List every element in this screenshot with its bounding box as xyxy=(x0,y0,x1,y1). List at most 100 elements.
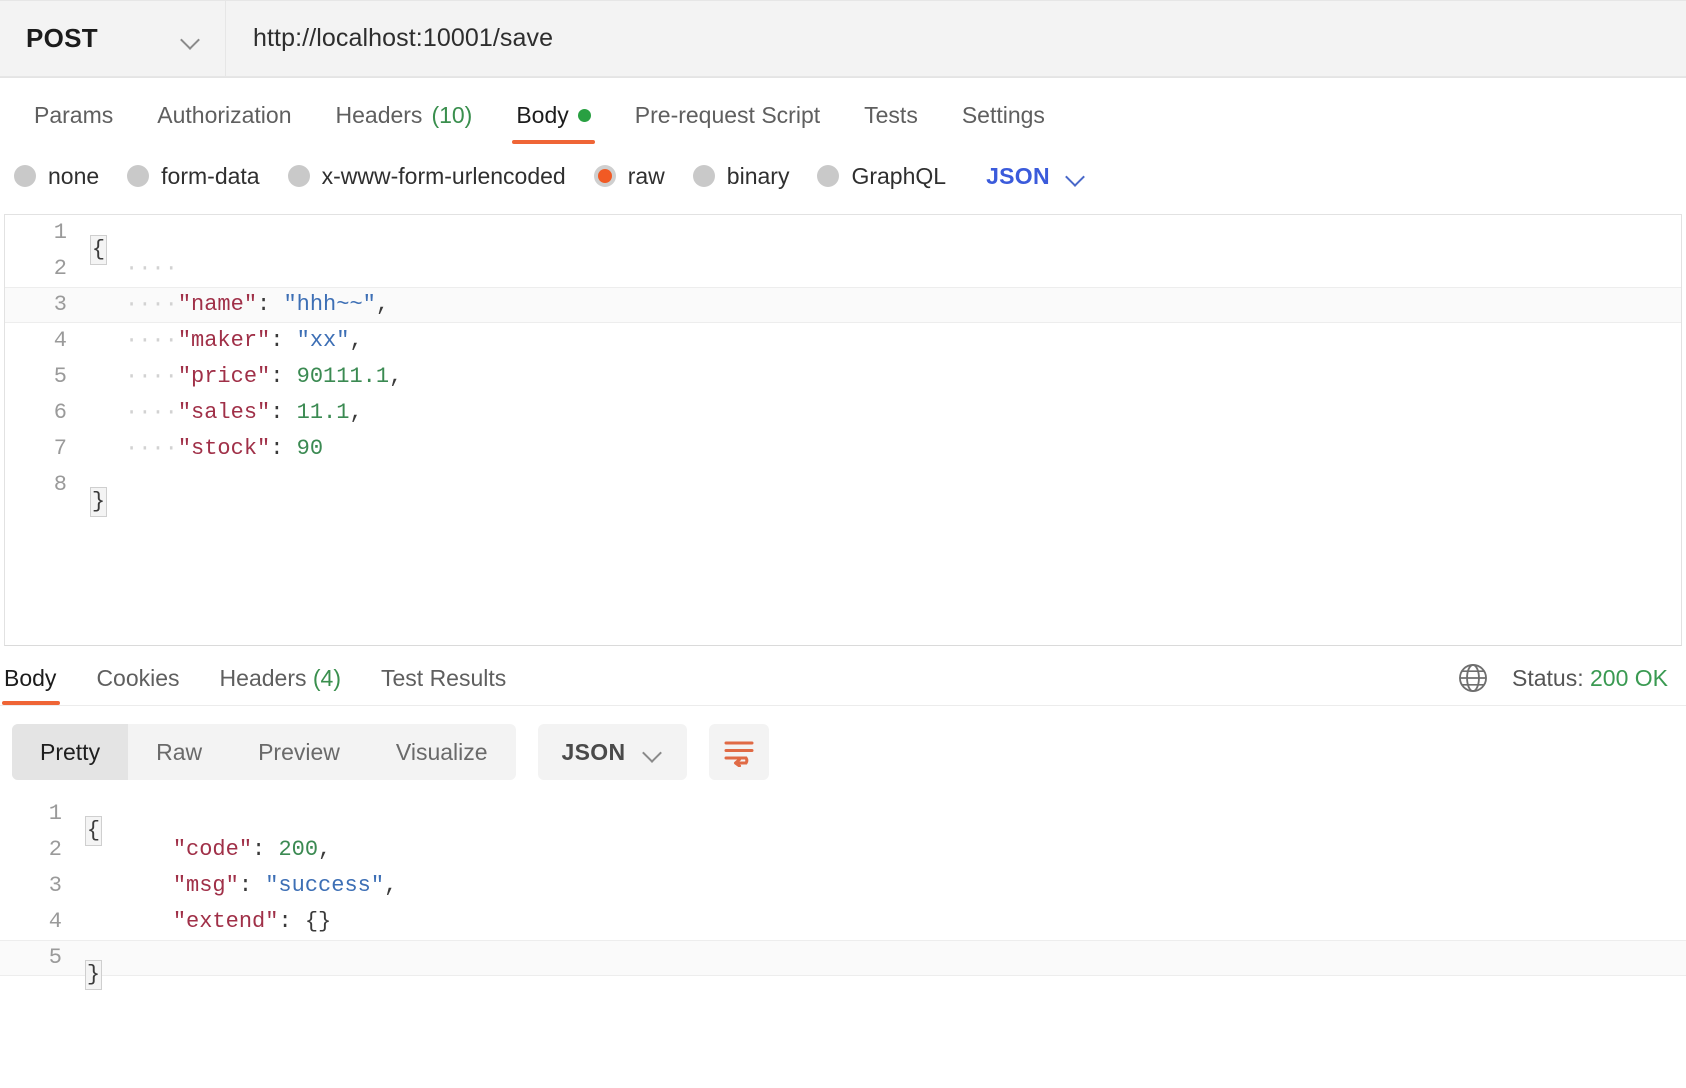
line-number: 8 xyxy=(53,472,67,497)
response-view-pretty[interactable]: Pretty xyxy=(12,724,129,780)
response-view-preview[interactable]: Preview xyxy=(230,724,368,780)
radio-selected-icon xyxy=(593,165,616,187)
response-format-select[interactable]: JSON xyxy=(537,724,688,780)
line-number: 1 xyxy=(53,220,67,245)
response-status: Status: 200 OK xyxy=(1456,661,1668,705)
body-type-binary-label: binary xyxy=(726,162,790,189)
code-text: ····"name": "hhh~~", xyxy=(125,292,390,317)
body-type-none[interactable]: none xyxy=(14,163,99,190)
tab-authorization[interactable]: Authorization xyxy=(135,102,313,144)
code-line: 6 ····"sales": 11.1, xyxy=(5,395,1681,431)
body-type-graphql[interactable]: GraphQL xyxy=(817,163,946,190)
response-view-tabs: Pretty Raw Preview Visualize xyxy=(12,724,516,780)
line-number: 4 xyxy=(53,328,67,353)
line-number: 1 xyxy=(48,801,62,826)
line-number: 5 xyxy=(48,945,62,970)
response-view-pretty-label: Pretty xyxy=(40,738,101,765)
line-number: 2 xyxy=(48,837,62,862)
code-line: 5 ····"price": 90111.1, xyxy=(5,359,1681,395)
response-body-code: 1 { 2 "code": 200, 3 "msg": "success", 4… xyxy=(0,796,1686,990)
code-text: "extend": {} xyxy=(172,909,332,934)
tab-headers[interactable]: Headers (10) xyxy=(314,102,495,144)
code-line: 3 ····"name": "hhh~~", xyxy=(5,287,1681,323)
globe-icon xyxy=(1459,664,1487,692)
body-type-raw[interactable]: raw xyxy=(593,163,665,190)
code-text: "msg": "success", xyxy=(172,873,398,898)
request-url-text: http://localhost:10001/save xyxy=(253,24,554,52)
code-line: 1 { xyxy=(0,796,1686,846)
response-tab-headers-count: (4) xyxy=(312,665,341,691)
code-text: ····"sales": 11.1, xyxy=(125,400,363,425)
status-label: Status: 200 OK xyxy=(1512,665,1668,692)
code-text: ····"stock": 90 xyxy=(125,436,324,461)
request-body-editor[interactable]: 1 { 2 ···· 3 ····"name": "hhh~~", 4 ····… xyxy=(4,214,1682,646)
http-method-label: POST xyxy=(26,23,98,53)
body-format-select[interactable]: JSON xyxy=(986,163,1086,190)
request-body-code: 1 { 2 ···· 3 ····"name": "hhh~~", 4 ····… xyxy=(5,215,1681,517)
body-type-none-label: none xyxy=(48,162,100,189)
line-number: 6 xyxy=(53,400,67,425)
request-url-input[interactable]: http://localhost:10001/save xyxy=(226,0,1686,77)
response-tab-test-results-label: Test Results xyxy=(381,665,507,691)
code-line: 2 ···· xyxy=(5,251,1681,287)
status-prefix: Status: xyxy=(1512,664,1584,691)
close-brace-icon[interactable]: } xyxy=(85,960,102,990)
body-modified-dot-icon xyxy=(577,109,591,122)
response-toolbar: Pretty Raw Preview Visualize JSON xyxy=(0,706,1686,796)
status-value: 200 OK xyxy=(1590,664,1668,691)
response-view-visualize-label: Visualize xyxy=(395,738,488,765)
response-tabs: Body Cookies Headers (4) Test Results St… xyxy=(0,646,1686,706)
chevron-down-icon xyxy=(643,746,663,758)
response-view-raw-label: Raw xyxy=(156,738,203,765)
code-line: 8 } xyxy=(5,467,1681,517)
tab-settings[interactable]: Settings xyxy=(940,102,1067,144)
line-number: 5 xyxy=(53,364,67,389)
body-type-radio-group: none form-data x-www-form-urlencoded raw… xyxy=(0,144,1686,208)
line-number: 3 xyxy=(53,292,67,317)
response-tab-body[interactable]: Body xyxy=(0,665,76,705)
tab-pre-request-script[interactable]: Pre-request Script xyxy=(613,102,842,144)
tab-tests-label: Tests xyxy=(864,102,918,128)
http-method-select[interactable]: POST xyxy=(0,0,226,77)
tab-params[interactable]: Params xyxy=(12,102,135,144)
response-tab-test-results[interactable]: Test Results xyxy=(361,665,526,705)
radio-icon xyxy=(817,165,840,187)
code-line: 1 { xyxy=(5,215,1681,265)
code-text: ···· xyxy=(125,256,178,281)
request-url-bar: POST http://localhost:10001/save xyxy=(0,0,1686,78)
radio-icon xyxy=(127,165,150,187)
code-text: ····"price": 90111.1, xyxy=(125,364,403,389)
body-type-urlencoded-label: x-www-form-urlencoded xyxy=(321,162,566,189)
response-tab-headers[interactable]: Headers (4) xyxy=(200,665,361,705)
code-line: 4 ····"maker": "xx", xyxy=(5,323,1681,359)
body-type-form-data-label: form-data xyxy=(161,162,260,189)
body-format-label: JSON xyxy=(986,162,1050,189)
code-line: 3 "msg": "success", xyxy=(0,868,1686,904)
response-body-viewer[interactable]: 1 { 2 "code": 200, 3 "msg": "success", 4… xyxy=(0,796,1686,1008)
tab-headers-label: Headers xyxy=(335,102,423,128)
close-brace-icon[interactable]: } xyxy=(90,487,107,517)
code-text: "code": 200, xyxy=(172,837,332,862)
radio-icon xyxy=(14,165,36,187)
body-type-urlencoded[interactable]: x-www-form-urlencoded xyxy=(287,162,566,190)
body-type-binary[interactable]: binary xyxy=(692,162,790,190)
tab-params-label: Params xyxy=(34,102,114,128)
tab-body[interactable]: Body xyxy=(494,102,612,144)
code-line: 5 } xyxy=(0,940,1686,990)
tab-body-label: Body xyxy=(516,102,569,128)
body-type-graphql-label: GraphQL xyxy=(851,162,947,189)
response-tab-cookies-label: Cookies xyxy=(96,665,180,691)
response-tab-cookies[interactable]: Cookies xyxy=(76,665,199,705)
chevron-down-icon xyxy=(181,33,201,45)
response-view-preview-label: Preview xyxy=(258,738,340,765)
response-format-label: JSON xyxy=(561,738,626,765)
wrap-lines-button[interactable] xyxy=(709,724,770,780)
tab-headers-count: (10) xyxy=(431,102,473,128)
radio-icon xyxy=(287,165,310,187)
response-view-visualize[interactable]: Visualize xyxy=(368,724,516,780)
tab-tests[interactable]: Tests xyxy=(842,102,940,144)
line-number: 2 xyxy=(53,256,67,281)
chevron-down-icon xyxy=(1066,170,1086,182)
body-type-form-data[interactable]: form-data xyxy=(127,162,260,190)
response-view-raw[interactable]: Raw xyxy=(128,724,230,780)
